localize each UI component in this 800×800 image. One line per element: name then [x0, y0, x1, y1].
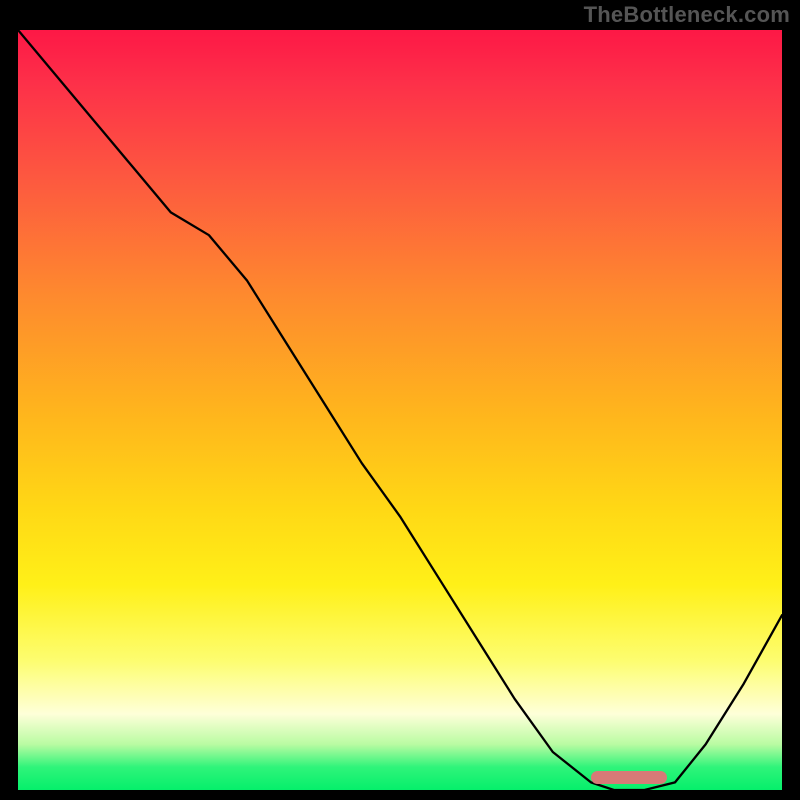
watermark-text: TheBottleneck.com [584, 2, 790, 28]
optimal-marker [591, 771, 667, 784]
plot-area [18, 30, 782, 790]
chart-frame: TheBottleneck.com [0, 0, 800, 800]
bottleneck-curve [18, 30, 782, 790]
curve-layer [18, 30, 782, 790]
